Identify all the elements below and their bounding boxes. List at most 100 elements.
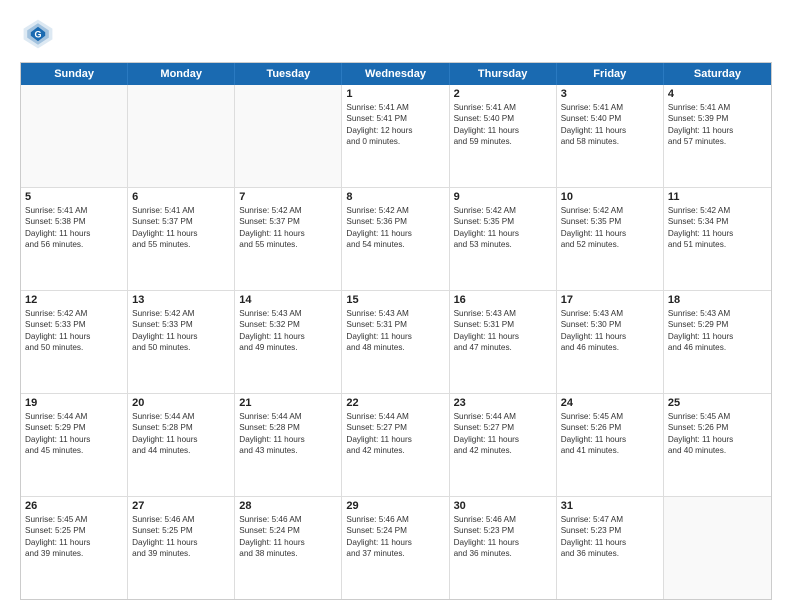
- cell-info-line: Sunrise: 5:41 AM: [132, 205, 230, 216]
- cell-info-line: Sunset: 5:40 PM: [454, 113, 552, 124]
- calendar-day: 16Sunrise: 5:43 AMSunset: 5:31 PMDayligh…: [450, 291, 557, 393]
- cell-info-line: and 43 minutes.: [239, 445, 337, 456]
- cell-info-line: Sunset: 5:40 PM: [561, 113, 659, 124]
- cell-info-line: and 48 minutes.: [346, 342, 444, 353]
- cell-info-line: and 39 minutes.: [25, 548, 123, 559]
- weekday-header: Saturday: [664, 63, 771, 85]
- calendar-day: 9Sunrise: 5:42 AMSunset: 5:35 PMDaylight…: [450, 188, 557, 290]
- calendar-day: 24Sunrise: 5:45 AMSunset: 5:26 PMDayligh…: [557, 394, 664, 496]
- calendar-day: 20Sunrise: 5:44 AMSunset: 5:28 PMDayligh…: [128, 394, 235, 496]
- cell-info-line: Sunset: 5:24 PM: [346, 525, 444, 536]
- cell-info-line: Sunrise: 5:44 AM: [25, 411, 123, 422]
- cell-info-line: Daylight: 11 hours: [346, 228, 444, 239]
- cell-info-line: Daylight: 11 hours: [454, 125, 552, 136]
- cell-info-line: and 38 minutes.: [239, 548, 337, 559]
- cell-info-line: Sunrise: 5:41 AM: [25, 205, 123, 216]
- cell-info-line: Daylight: 11 hours: [668, 228, 767, 239]
- cell-info-line: Sunset: 5:28 PM: [132, 422, 230, 433]
- calendar-body: 1Sunrise: 5:41 AMSunset: 5:41 PMDaylight…: [21, 85, 771, 599]
- calendar-day: 17Sunrise: 5:43 AMSunset: 5:30 PMDayligh…: [557, 291, 664, 393]
- cell-info-line: Daylight: 11 hours: [561, 125, 659, 136]
- day-number: 11: [668, 191, 767, 203]
- logo-icon: G: [20, 16, 56, 52]
- calendar-day: 14Sunrise: 5:43 AMSunset: 5:32 PMDayligh…: [235, 291, 342, 393]
- calendar-day: 10Sunrise: 5:42 AMSunset: 5:35 PMDayligh…: [557, 188, 664, 290]
- day-number: 5: [25, 191, 123, 203]
- weekday-header: Tuesday: [235, 63, 342, 85]
- empty-cell: [128, 85, 235, 187]
- calendar-week: 12Sunrise: 5:42 AMSunset: 5:33 PMDayligh…: [21, 291, 771, 394]
- calendar-day: 1Sunrise: 5:41 AMSunset: 5:41 PMDaylight…: [342, 85, 449, 187]
- calendar-day: 31Sunrise: 5:47 AMSunset: 5:23 PMDayligh…: [557, 497, 664, 599]
- cell-info-line: Daylight: 11 hours: [561, 331, 659, 342]
- cell-info-line: and 56 minutes.: [25, 239, 123, 250]
- cell-info-line: Sunrise: 5:43 AM: [561, 308, 659, 319]
- calendar-week: 1Sunrise: 5:41 AMSunset: 5:41 PMDaylight…: [21, 85, 771, 188]
- day-number: 4: [668, 88, 767, 100]
- weekday-header: Thursday: [450, 63, 557, 85]
- cell-info-line: Sunrise: 5:41 AM: [561, 102, 659, 113]
- cell-info-line: Sunset: 5:23 PM: [454, 525, 552, 536]
- cell-info-line: Daylight: 11 hours: [132, 434, 230, 445]
- cell-info-line: and 0 minutes.: [346, 136, 444, 147]
- weekday-header: Monday: [128, 63, 235, 85]
- cell-info-line: Daylight: 11 hours: [561, 537, 659, 548]
- calendar-header: SundayMondayTuesdayWednesdayThursdayFrid…: [21, 63, 771, 85]
- cell-info-line: Sunrise: 5:42 AM: [132, 308, 230, 319]
- cell-info-line: Sunrise: 5:44 AM: [454, 411, 552, 422]
- cell-info-line: Sunrise: 5:43 AM: [346, 308, 444, 319]
- cell-info-line: Sunrise: 5:43 AM: [454, 308, 552, 319]
- cell-info-line: Daylight: 11 hours: [346, 537, 444, 548]
- cell-info-line: Sunset: 5:37 PM: [239, 216, 337, 227]
- day-number: 15: [346, 294, 444, 306]
- cell-info-line: and 50 minutes.: [25, 342, 123, 353]
- day-number: 18: [668, 294, 767, 306]
- cell-info-line: Daylight: 11 hours: [239, 537, 337, 548]
- day-number: 22: [346, 397, 444, 409]
- cell-info-line: Sunrise: 5:45 AM: [668, 411, 767, 422]
- cell-info-line: Sunrise: 5:45 AM: [25, 514, 123, 525]
- cell-info-line: and 42 minutes.: [346, 445, 444, 456]
- cell-info-line: Daylight: 11 hours: [239, 331, 337, 342]
- calendar-day: 11Sunrise: 5:42 AMSunset: 5:34 PMDayligh…: [664, 188, 771, 290]
- cell-info-line: Sunrise: 5:42 AM: [454, 205, 552, 216]
- empty-cell: [21, 85, 128, 187]
- cell-info-line: Daylight: 11 hours: [668, 125, 767, 136]
- header: G: [20, 16, 772, 52]
- cell-info-line: Sunrise: 5:43 AM: [239, 308, 337, 319]
- calendar-week: 26Sunrise: 5:45 AMSunset: 5:25 PMDayligh…: [21, 497, 771, 599]
- calendar-day: 2Sunrise: 5:41 AMSunset: 5:40 PMDaylight…: [450, 85, 557, 187]
- calendar-day: 5Sunrise: 5:41 AMSunset: 5:38 PMDaylight…: [21, 188, 128, 290]
- cell-info-line: Sunset: 5:33 PM: [132, 319, 230, 330]
- day-number: 16: [454, 294, 552, 306]
- day-number: 17: [561, 294, 659, 306]
- page: G SundayMondayTuesdayWednesdayThursdayFr…: [0, 0, 792, 612]
- cell-info-line: Sunrise: 5:46 AM: [346, 514, 444, 525]
- cell-info-line: Sunset: 5:27 PM: [454, 422, 552, 433]
- cell-info-line: Sunset: 5:28 PM: [239, 422, 337, 433]
- day-number: 13: [132, 294, 230, 306]
- cell-info-line: Daylight: 11 hours: [132, 537, 230, 548]
- calendar-day: 18Sunrise: 5:43 AMSunset: 5:29 PMDayligh…: [664, 291, 771, 393]
- cell-info-line: Daylight: 11 hours: [239, 434, 337, 445]
- cell-info-line: Sunrise: 5:41 AM: [668, 102, 767, 113]
- day-number: 6: [132, 191, 230, 203]
- calendar-day: 26Sunrise: 5:45 AMSunset: 5:25 PMDayligh…: [21, 497, 128, 599]
- calendar-day: 29Sunrise: 5:46 AMSunset: 5:24 PMDayligh…: [342, 497, 449, 599]
- cell-info-line: Sunset: 5:37 PM: [132, 216, 230, 227]
- cell-info-line: Sunrise: 5:46 AM: [239, 514, 337, 525]
- cell-info-line: Sunrise: 5:42 AM: [668, 205, 767, 216]
- cell-info-line: Sunrise: 5:45 AM: [561, 411, 659, 422]
- day-number: 28: [239, 500, 337, 512]
- day-number: 31: [561, 500, 659, 512]
- cell-info-line: and 36 minutes.: [561, 548, 659, 559]
- cell-info-line: Daylight: 11 hours: [346, 434, 444, 445]
- day-number: 26: [25, 500, 123, 512]
- cell-info-line: Daylight: 11 hours: [132, 331, 230, 342]
- cell-info-line: and 42 minutes.: [454, 445, 552, 456]
- cell-info-line: Daylight: 11 hours: [454, 331, 552, 342]
- cell-info-line: Sunset: 5:39 PM: [668, 113, 767, 124]
- calendar-day: 7Sunrise: 5:42 AMSunset: 5:37 PMDaylight…: [235, 188, 342, 290]
- day-number: 8: [346, 191, 444, 203]
- cell-info-line: Daylight: 11 hours: [668, 434, 767, 445]
